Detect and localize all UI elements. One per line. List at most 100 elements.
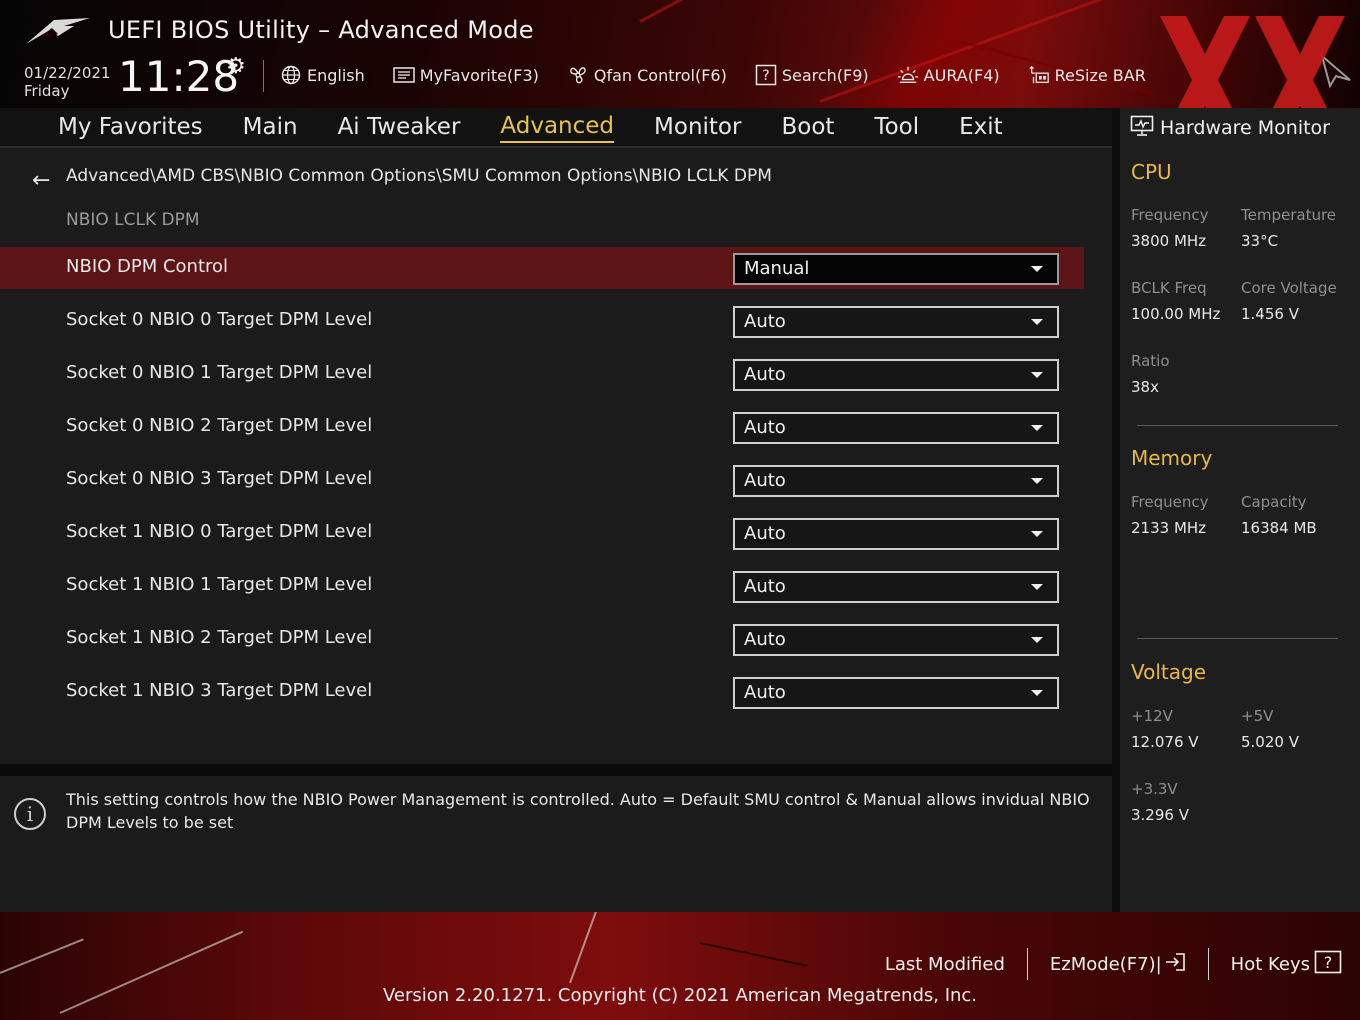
hw-divider bbox=[1137, 425, 1338, 426]
tab-main[interactable]: Main bbox=[243, 110, 298, 144]
setting-row-socket0-nbio0[interactable]: Socket 0 NBIO 0 Target DPM Level Auto bbox=[0, 300, 1084, 342]
caret-down-icon bbox=[1031, 584, 1043, 590]
cpu-temperature-value: 33°C bbox=[1241, 232, 1279, 250]
caret-down-icon bbox=[1031, 478, 1043, 484]
day-text: Friday bbox=[24, 82, 70, 100]
setting-row-socket1-nbio2[interactable]: Socket 1 NBIO 2 Target DPM Level Auto bbox=[0, 618, 1084, 660]
caret-down-icon bbox=[1031, 319, 1043, 325]
setting-row-socket0-nbio3[interactable]: Socket 0 NBIO 3 Target DPM Level Auto bbox=[0, 459, 1084, 501]
hardware-monitor-header: Hardware Monitor bbox=[1130, 114, 1330, 142]
tab-my-favorites[interactable]: My Favorites bbox=[58, 110, 203, 144]
header-toolbar: English MyFavorite(F3) Qfan Control(F6) … bbox=[280, 62, 1174, 88]
back-arrow-icon[interactable]: ← bbox=[32, 168, 50, 193]
qfan-control-button[interactable]: Qfan Control(F6) bbox=[567, 64, 727, 86]
setting-label: Socket 1 NBIO 1 Target DPM Level bbox=[66, 574, 373, 595]
hot-keys-label: Hot Keys bbox=[1230, 953, 1310, 975]
setting-dropdown[interactable]: Manual bbox=[733, 253, 1059, 285]
v33-value: 3.296 V bbox=[1131, 806, 1189, 824]
setting-dropdown[interactable]: Auto bbox=[733, 571, 1059, 603]
setting-row-socket1-nbio0[interactable]: Socket 1 NBIO 0 Target DPM Level Auto bbox=[0, 512, 1084, 554]
setting-row-socket0-nbio2[interactable]: Socket 0 NBIO 2 Target DPM Level Auto bbox=[0, 406, 1084, 448]
setting-row-socket0-nbio1[interactable]: Socket 0 NBIO 1 Target DPM Level Auto bbox=[0, 353, 1084, 395]
aura-label: AURA(F4) bbox=[923, 65, 1000, 85]
hardware-monitor-panel: Hardware Monitor CPU Frequency Temperatu… bbox=[1120, 108, 1360, 912]
version-copyright: Version 2.20.1271. Copyright (C) 2021 Am… bbox=[382, 985, 978, 1006]
resize-bar-label: ReSize BAR bbox=[1054, 65, 1146, 85]
bclk-value: 100.00 MHz bbox=[1131, 305, 1221, 323]
memory-heading: Memory bbox=[1131, 446, 1213, 470]
tab-advanced[interactable]: Advanced bbox=[500, 111, 615, 143]
tab-ai-tweaker[interactable]: Ai Tweaker bbox=[338, 110, 461, 144]
setting-dropdown[interactable]: Auto bbox=[733, 359, 1059, 391]
setting-row-nbio-dpm-control[interactable]: NBIO DPM Control Manual bbox=[0, 247, 1084, 289]
clock-settings-gear-icon[interactable]: ⚙ bbox=[226, 54, 246, 79]
setting-label: Socket 0 NBIO 0 Target DPM Level bbox=[66, 309, 373, 330]
rog-logo-icon bbox=[26, 18, 90, 44]
help-text: This setting controls how the NBIO Power… bbox=[66, 790, 1090, 832]
panel-divider bbox=[0, 146, 1112, 148]
footer-streak bbox=[569, 912, 602, 984]
language-button[interactable]: English bbox=[280, 64, 365, 86]
caret-down-icon bbox=[1031, 531, 1043, 537]
setting-dropdown[interactable]: Auto bbox=[733, 465, 1059, 497]
info-separator bbox=[0, 764, 1112, 776]
header-bar: UEFI BIOS Utility – Advanced Mode 01/22/… bbox=[0, 0, 1360, 108]
tab-monitor[interactable]: Monitor bbox=[654, 110, 741, 144]
v12-value: 12.076 V bbox=[1131, 733, 1199, 751]
setting-row-socket1-nbio3[interactable]: Socket 1 NBIO 3 Target DPM Level Auto bbox=[0, 671, 1084, 713]
aura-light-icon bbox=[897, 64, 919, 86]
setting-dropdown[interactable]: Auto bbox=[733, 518, 1059, 550]
ezmode-button[interactable]: EzMode(F7)| bbox=[1050, 952, 1186, 977]
setting-label: Socket 1 NBIO 2 Target DPM Level bbox=[66, 627, 373, 648]
tab-boot[interactable]: Boot bbox=[781, 110, 834, 144]
setting-row-socket1-nbio1[interactable]: Socket 1 NBIO 1 Target DPM Level Auto bbox=[0, 565, 1084, 607]
setting-label: NBIO DPM Control bbox=[66, 256, 229, 277]
svg-text:?: ? bbox=[1324, 953, 1333, 972]
cpu-frequency-label: Frequency bbox=[1131, 206, 1209, 224]
dropdown-value: Manual bbox=[744, 258, 810, 279]
hardware-monitor-title: Hardware Monitor bbox=[1160, 117, 1330, 139]
cpu-temperature-label: Temperature bbox=[1241, 206, 1337, 224]
cpu-heading: CPU bbox=[1131, 160, 1172, 184]
v5-label: +5V bbox=[1241, 707, 1274, 725]
last-modified-button[interactable]: Last Modified bbox=[885, 954, 1005, 975]
dropdown-value: Auto bbox=[744, 576, 786, 597]
core-voltage-value: 1.456 V bbox=[1241, 305, 1299, 323]
setting-label: Socket 1 NBIO 0 Target DPM Level bbox=[66, 521, 373, 542]
caret-down-icon bbox=[1031, 690, 1043, 696]
setting-dropdown[interactable]: Auto bbox=[733, 412, 1059, 444]
hw-divider bbox=[1137, 638, 1338, 639]
search-help-icon: ? bbox=[755, 64, 777, 86]
setting-dropdown[interactable]: Auto bbox=[733, 306, 1059, 338]
aura-button[interactable]: AURA(F4) bbox=[897, 64, 1000, 86]
exit-to-ezmode-icon bbox=[1164, 952, 1186, 977]
date-display: 01/22/2021 Friday bbox=[24, 64, 110, 100]
search-button[interactable]: ? Search(F9) bbox=[755, 64, 869, 86]
caret-down-icon bbox=[1031, 266, 1043, 272]
setting-label: Socket 0 NBIO 3 Target DPM Level bbox=[66, 468, 373, 489]
tab-tool[interactable]: Tool bbox=[874, 110, 919, 144]
memory-capacity-value: 16384 MB bbox=[1241, 519, 1317, 537]
header-separator bbox=[263, 60, 264, 92]
setting-dropdown[interactable]: Auto bbox=[733, 677, 1059, 709]
resize-bar-button[interactable]: ReSize BAR bbox=[1028, 64, 1146, 86]
setting-label: Socket 0 NBIO 1 Target DPM Level bbox=[66, 362, 373, 383]
tab-exit[interactable]: Exit bbox=[959, 110, 1003, 144]
v12-label: +12V bbox=[1131, 707, 1173, 725]
fan-icon bbox=[567, 64, 589, 86]
search-label: Search(F9) bbox=[781, 65, 869, 85]
ezmode-label: EzMode(F7)| bbox=[1049, 953, 1162, 975]
clock-time: 11:28 bbox=[118, 52, 240, 101]
hot-keys-button[interactable]: Hot Keys ? bbox=[1231, 950, 1342, 979]
dropdown-value: Auto bbox=[744, 629, 786, 650]
help-info-panel: i This setting controls how the NBIO Pow… bbox=[0, 776, 1112, 912]
setting-dropdown[interactable]: Auto bbox=[733, 624, 1059, 656]
footer-bar: Last Modified EzMode(F7)| Hot Keys ? Ver… bbox=[0, 912, 1360, 1020]
v33-label: +3.3V bbox=[1131, 780, 1178, 798]
caret-down-icon bbox=[1031, 425, 1043, 431]
footer-separator bbox=[1207, 948, 1209, 980]
myfavorite-button[interactable]: MyFavorite(F3) bbox=[393, 64, 539, 86]
bclk-label: BCLK Freq bbox=[1131, 279, 1207, 297]
svg-text:?: ? bbox=[762, 68, 769, 84]
dropdown-value: Auto bbox=[744, 417, 786, 438]
